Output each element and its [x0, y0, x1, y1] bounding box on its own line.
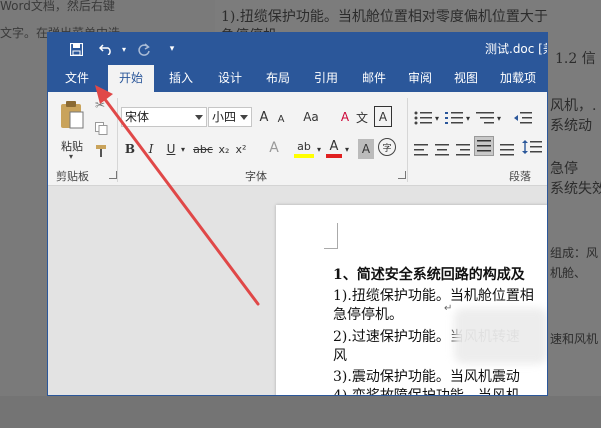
document-line: 1).扭缆保护功能。当机舱位置相 [333, 288, 534, 304]
window-title: 测试.doc [兼 [485, 42, 548, 56]
numbering-icon[interactable] [445, 110, 463, 129]
text-effects-button[interactable]: A [266, 138, 282, 158]
shrink-font-button[interactable]: A [274, 109, 288, 129]
clear-format-button[interactable]: A [338, 107, 352, 127]
background-text-line: 风机，. [550, 98, 597, 114]
background-bottom-panel [0, 396, 601, 428]
tab-references[interactable]: 引用 [304, 65, 348, 92]
redo-icon[interactable] [134, 39, 154, 59]
bullets-dropdown-icon[interactable]: ▾ [433, 108, 441, 128]
numbering-dropdown-icon[interactable]: ▾ [464, 108, 472, 128]
font-color-dropdown-icon[interactable]: ▾ [343, 139, 351, 159]
font-group-label: 字体 [245, 170, 267, 183]
undo-dropdown-icon[interactable]: ▾ [114, 39, 134, 59]
grow-font-button[interactable]: A [256, 107, 272, 127]
clipboard-group-label: 剪贴板 [56, 170, 89, 183]
enclose-characters-button[interactable]: 字 [378, 138, 396, 156]
align-left-icon[interactable] [414, 141, 428, 160]
clipboard-launcher-icon[interactable] [109, 171, 117, 179]
align-right-icon[interactable] [456, 141, 470, 160]
decrease-indent-icon[interactable] [514, 110, 532, 129]
font-name-value: 宋体 [125, 110, 150, 124]
format-painter-icon[interactable] [95, 143, 108, 162]
distributed-icon[interactable] [500, 141, 514, 160]
document-line: 风 [333, 348, 347, 364]
text-highlight-button[interactable]: ab [294, 138, 314, 158]
line-spacing-icon[interactable] [522, 139, 542, 159]
group-divider [407, 98, 408, 182]
group-divider [117, 98, 118, 182]
italic-button[interactable]: I [144, 139, 158, 159]
font-name-select[interactable]: 宋体 [121, 107, 207, 127]
document-page[interactable]: 1、简述安全系统回路的构成及 1).扭缆保护功能。当机舱位置相 急停停机。 ↵ … [276, 205, 547, 396]
font-launcher-icon[interactable] [398, 171, 406, 179]
justify-icon[interactable] [474, 136, 494, 156]
ribbon-tabs: 文件 开始 插入 设计 布局 引用 邮件 审阅 视图 加载项 [48, 65, 547, 92]
align-center-icon[interactable] [435, 141, 449, 160]
multilevel-dropdown-icon[interactable]: ▾ [495, 108, 503, 128]
tab-view[interactable]: 视图 [444, 65, 488, 92]
strikethrough-button[interactable]: abc [192, 139, 214, 159]
background-text-line: 系统失效 [550, 181, 601, 197]
subscript-button[interactable]: x₂ [217, 139, 231, 159]
paragraph-group-label: 段落 [509, 170, 531, 183]
font-size-value: 小四 [212, 110, 237, 124]
change-case-button[interactable]: Aa [296, 107, 326, 127]
paste-dropdown-icon: ▾ [69, 152, 74, 161]
underline-button[interactable]: U [164, 139, 178, 159]
tab-review[interactable]: 审阅 [398, 65, 442, 92]
page-margin-corner [324, 223, 338, 249]
background-text-line: 组成：风 [550, 246, 599, 260]
bullets-icon[interactable] [414, 110, 432, 129]
font-color-button[interactable]: A [326, 138, 342, 158]
font-size-select[interactable]: 小四 [208, 107, 252, 127]
background-text-line: 速和风机 [550, 332, 599, 346]
tab-insert[interactable]: 插入 [159, 65, 203, 92]
copy-icon[interactable] [95, 120, 108, 139]
character-shading-button[interactable]: A [358, 139, 374, 159]
ribbon-home: 粘贴 ▾ ✂ 剪贴板 宋体 小四 A A Aa A 文 A B I U ▾ ab… [48, 92, 547, 186]
background-text-line: 系统动 [550, 118, 592, 134]
underline-dropdown-icon[interactable]: ▾ [179, 139, 187, 159]
font-name-dropdown-icon [195, 115, 203, 120]
multilevel-list-icon[interactable] [476, 110, 494, 129]
font-size-dropdown-icon [240, 115, 248, 120]
character-border-button[interactable]: A [374, 106, 392, 127]
paragraph-mark: ↵ [444, 303, 453, 314]
word-window: ▾ ▾ 测试.doc [兼 文件 开始 插入 设计 布局 引用 邮件 审阅 视图… [47, 32, 548, 396]
document-heading: 1、简述安全系统回路的构成及 [333, 267, 525, 283]
redaction-blur [454, 308, 547, 364]
document-line: 3).震动保护功能。当风机震动 [333, 369, 520, 385]
document-line: 4).变桨故障保护功能。当风机 [333, 388, 520, 396]
background-text-line: 机舱、 [550, 266, 587, 280]
undo-icon[interactable] [96, 39, 116, 59]
background-heading: 1.2 信 [555, 51, 596, 67]
background-text-line: 急停 [550, 161, 578, 177]
highlight-dropdown-icon[interactable]: ▾ [315, 139, 323, 159]
pinyin-guide-button[interactable]: 文 [354, 107, 370, 127]
tab-file[interactable]: 文件 [54, 65, 100, 92]
paste-button[interactable]: 粘贴 ▾ [54, 98, 90, 161]
document-line: 急停停机。 [333, 307, 403, 323]
customize-qat-icon[interactable]: ▾ [162, 39, 182, 59]
background-text-line: 1).扭缆保护功能。当机舱位置相对零度偏机位置大于 [221, 9, 548, 25]
title-bar: ▾ ▾ 测试.doc [兼 [48, 33, 548, 65]
document-area: 1、简述安全系统回路的构成及 1).扭缆保护功能。当机舱位置相 急停停机。 ↵ … [48, 186, 547, 396]
save-icon[interactable] [66, 39, 86, 59]
tab-design[interactable]: 设计 [208, 65, 252, 92]
tab-mailings[interactable]: 邮件 [352, 65, 396, 92]
background-text-line: Word文档，然后右键 [0, 0, 115, 13]
tab-home[interactable]: 开始 [108, 65, 154, 92]
bold-button[interactable]: B [123, 139, 137, 159]
cut-icon[interactable]: ✂ [95, 98, 105, 112]
tab-layout[interactable]: 布局 [256, 65, 300, 92]
tab-addins[interactable]: 加载项 [490, 65, 546, 92]
superscript-button[interactable]: x² [234, 139, 248, 159]
paste-icon [59, 100, 85, 134]
